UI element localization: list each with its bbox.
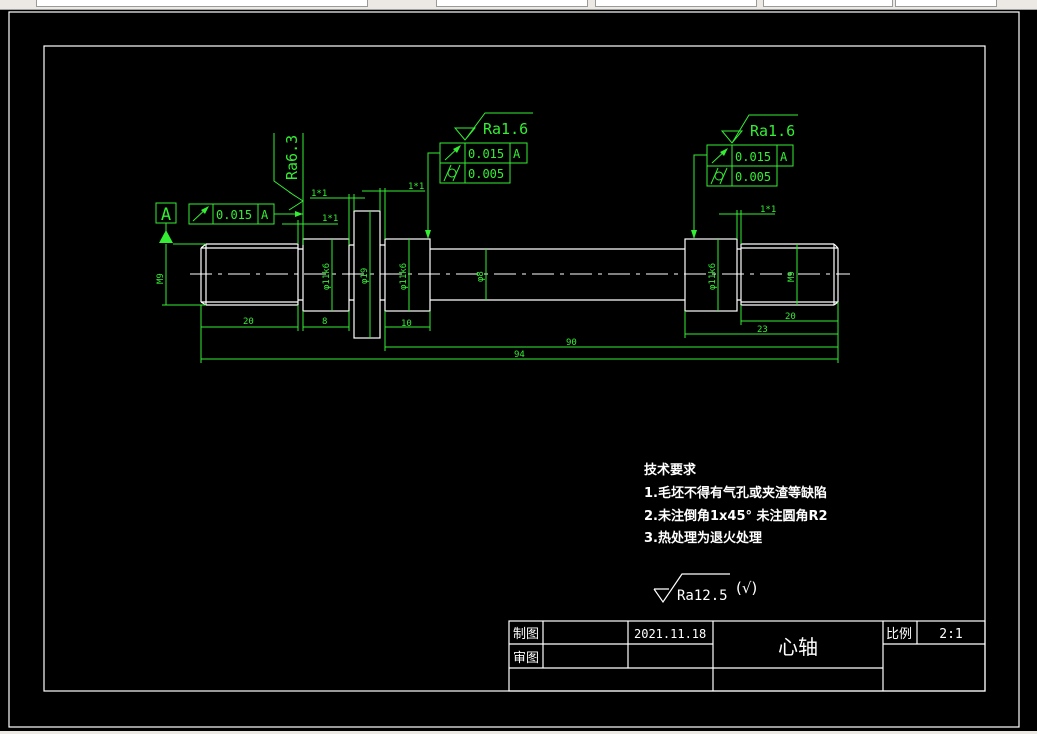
cylindricity-icon [710, 167, 728, 185]
circular-runout-icon [192, 206, 209, 222]
svg-text:8: 8 [322, 317, 327, 327]
svg-text:M9: M9 [787, 271, 797, 282]
svg-text:2021.11.18: 2021.11.18 [634, 627, 706, 641]
svg-text:2:1: 2:1 [939, 627, 962, 642]
svg-text:94: 94 [514, 350, 525, 360]
svg-text:φ11k6: φ11k6 [322, 263, 332, 290]
svg-text:(√): (√) [736, 579, 757, 597]
svg-text:M9: M9 [156, 273, 166, 284]
svg-text:0.015: 0.015 [216, 208, 252, 222]
svg-text:Ra6.3: Ra6.3 [283, 135, 301, 180]
gdt-frame-right: 0.015 A 0.005 Ra1.6 [691, 114, 798, 239]
svg-text:2.未注倒角1x45° 未注圆角R2: 2.未注倒角1x45° 未注圆角R2 [644, 508, 828, 524]
drawing-canvas[interactable]: A 0.015 A Ra6.3 0.015 A 0.005 Ra1.6 0.01… [0, 0, 1037, 734]
svg-text:0.015: 0.015 [468, 147, 504, 161]
svg-text:A: A [513, 147, 521, 161]
svg-text:0.005: 0.005 [468, 167, 504, 181]
svg-text:90: 90 [566, 338, 577, 348]
svg-text:1.毛坯不得有气孔或夹渣等缺陷: 1.毛坯不得有气孔或夹渣等缺陷 [644, 485, 827, 501]
svg-text:Ra1.6: Ra1.6 [750, 122, 795, 140]
svg-text:1*1: 1*1 [311, 189, 327, 199]
circular-runout-icon [444, 145, 461, 161]
svg-text:23: 23 [757, 325, 768, 335]
svg-text:制图: 制图 [513, 627, 539, 642]
svg-text:20: 20 [785, 312, 796, 322]
svg-text:1*1: 1*1 [322, 214, 338, 224]
svg-text:φ19: φ19 [360, 268, 370, 284]
svg-text:3.热处理为退火处理: 3.热处理为退火处理 [644, 530, 762, 546]
circular-runout-icon [711, 148, 728, 164]
cylindricity-icon [443, 164, 461, 182]
svg-text:1*1: 1*1 [408, 182, 424, 192]
datum-triangle-icon [159, 230, 173, 243]
title-block: 制图 审图 2021.11.18 心轴 比例 2:1 [508, 620, 986, 692]
svg-text:10: 10 [401, 319, 412, 329]
gdt-frame-mid: 0.015 A 0.005 Ra1.6 [425, 112, 533, 239]
roughness-left: Ra6.3 [273, 133, 304, 245]
svg-text:比例: 比例 [886, 627, 912, 642]
svg-text:A: A [161, 205, 171, 225]
shaft-geometry [190, 210, 850, 339]
svg-text:0.015: 0.015 [735, 150, 771, 164]
svg-text:φ11k6: φ11k6 [399, 263, 409, 290]
general-roughness: Ra12.5 (√) [653, 573, 757, 604]
svg-text:Ra1.6: Ra1.6 [483, 120, 528, 138]
svg-text:20: 20 [243, 317, 254, 327]
svg-text:A: A [261, 208, 269, 222]
svg-text:审图: 审图 [513, 651, 539, 666]
length-dims: 20 8 10 20 23 90 94 [200, 302, 839, 363]
chamfer-dims: 1*1 1*1 1*1 1*1 [282, 182, 776, 245]
svg-text:Ra12.5: Ra12.5 [677, 588, 728, 604]
svg-text:1*1: 1*1 [760, 205, 776, 215]
svg-text:技术要求: 技术要求 [644, 462, 697, 478]
technical-notes: 技术要求 1.毛坯不得有气孔或夹渣等缺陷 2.未注倒角1x45° 未注圆角R2 … [644, 462, 828, 546]
svg-text:心轴: 心轴 [778, 635, 818, 659]
svg-text:A: A [780, 150, 788, 164]
svg-text:φ11k6: φ11k6 [708, 263, 718, 290]
gdt-frame-left: 0.015 A [188, 203, 303, 225]
svg-text:φ8: φ8 [476, 271, 486, 282]
svg-text:0.005: 0.005 [735, 170, 771, 184]
